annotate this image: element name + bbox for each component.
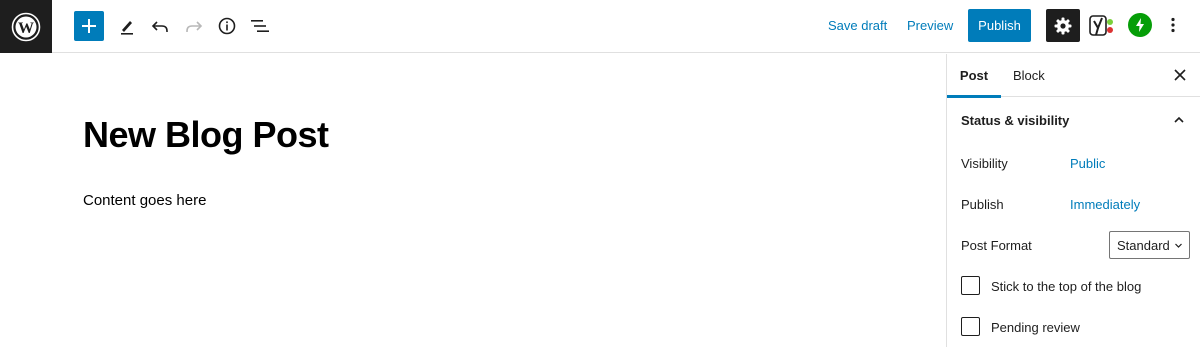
visibility-toggle[interactable]: Public — [1070, 156, 1105, 171]
redo-button[interactable] — [180, 12, 208, 40]
publish-date-label: Publish — [961, 197, 1004, 212]
jetpack-button[interactable] — [1128, 13, 1152, 37]
chevron-down-icon — [1175, 243, 1182, 248]
plus-icon — [82, 19, 96, 33]
wordpress-icon: W — [11, 12, 41, 41]
pending-review-label: Pending review — [991, 320, 1080, 335]
details-button[interactable] — [213, 12, 241, 40]
post-format-label: Post Format — [961, 238, 1032, 253]
yoast-seo-button[interactable] — [1087, 11, 1117, 41]
publish-button[interactable]: Publish — [968, 9, 1031, 42]
close-icon[interactable] — [1173, 68, 1187, 82]
info-icon — [218, 17, 236, 35]
visibility-label: Visibility — [961, 156, 1008, 171]
sticky-label: Stick to the top of the blog — [991, 279, 1142, 294]
wordpress-logo-button[interactable]: W — [0, 0, 52, 53]
tools-button[interactable] — [113, 12, 141, 40]
tab-post[interactable]: Post — [947, 54, 1001, 98]
undo-icon — [151, 21, 168, 32]
more-vertical-icon — [1171, 17, 1175, 33]
editor-canvas: New Blog Post Content goes here — [0, 54, 946, 347]
save-draft-button[interactable]: Save draft — [828, 18, 887, 33]
list-view-icon — [251, 20, 269, 32]
more-options-button[interactable] — [1163, 13, 1183, 37]
status-visibility-panel-toggle[interactable]: Status & visibility — [947, 98, 1200, 142]
editor-toolbar: W Save draft Preview Publish — [0, 0, 1200, 53]
yoast-icon — [1089, 15, 1113, 36]
post-title[interactable]: New Blog Post — [83, 114, 329, 156]
paragraph-block[interactable]: Content goes here — [83, 192, 206, 209]
preview-button[interactable]: Preview — [907, 18, 953, 33]
post-format-value: Standard — [1117, 237, 1170, 253]
settings-sidebar: Post Block Status & visibility Visibilit… — [946, 54, 1200, 347]
publish-date-toggle[interactable]: Immediately — [1070, 197, 1140, 212]
chevron-up-icon — [1174, 116, 1184, 123]
settings-button[interactable] — [1046, 9, 1080, 42]
tab-block[interactable]: Block — [1013, 54, 1045, 97]
redo-icon — [186, 21, 203, 32]
undo-button[interactable] — [146, 12, 174, 40]
gear-icon — [1054, 17, 1072, 34]
list-view-button[interactable] — [246, 12, 274, 40]
post-format-select[interactable]: Standard — [1109, 231, 1190, 259]
sticky-checkbox[interactable] — [961, 276, 980, 295]
svg-text:W: W — [18, 20, 34, 37]
pencil-icon — [121, 21, 133, 35]
pending-review-checkbox[interactable] — [961, 317, 980, 336]
jetpack-icon — [1136, 18, 1144, 32]
sidebar-tabs: Post Block — [947, 54, 1200, 98]
add-block-button[interactable] — [74, 11, 104, 41]
